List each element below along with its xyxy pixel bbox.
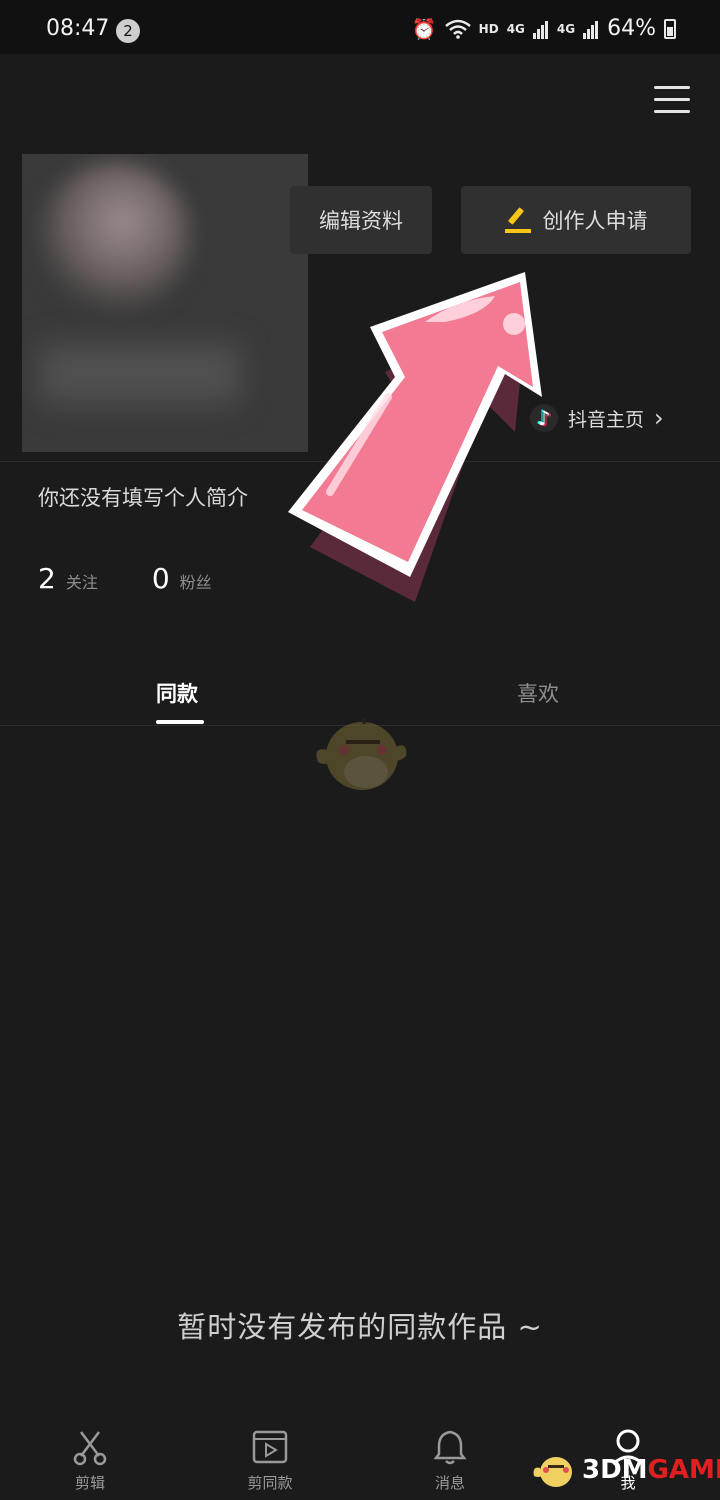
profile-stats: 2 关注 0 粉丝	[38, 562, 212, 595]
douyin-link-label: 抖音主页	[568, 408, 645, 431]
watermark-suffix: GAME	[647, 1455, 720, 1485]
followers-count: 0	[151, 562, 170, 595]
tab-active-indicator	[156, 720, 204, 724]
following-stat[interactable]: 2 关注	[38, 562, 98, 595]
empty-state-message: 暂时没有发布的同款作品 ~	[177, 1310, 543, 1344]
menu-icon[interactable]	[654, 86, 690, 114]
nav-item-edit[interactable]: 剪辑	[30, 1428, 150, 1493]
alarm-icon: ⏰	[411, 16, 437, 41]
pencil-icon	[504, 207, 531, 233]
username-blurred	[40, 344, 240, 404]
battery-level: 64%	[607, 16, 656, 41]
nav-label-template: 剪同款	[247, 1474, 293, 1492]
nav-item-template[interactable]: 剪同款	[210, 1428, 330, 1493]
nav-label-messages: 消息	[434, 1474, 465, 1492]
followers-label: 粉丝	[179, 573, 212, 592]
network-4g-1: 4G	[506, 21, 525, 36]
chevron-right-icon: ›	[654, 404, 664, 432]
notification-count-badge: 2	[116, 19, 140, 43]
profile-info-blurred	[22, 154, 308, 452]
edit-profile-button[interactable]: 编辑资料	[290, 186, 432, 254]
creator-apply-label: 创作人申请	[542, 209, 648, 233]
watermark-text: 3DMGAME	[582, 1455, 720, 1485]
avatar[interactable]	[40, 162, 190, 312]
nav-label-edit: 剪辑	[74, 1474, 105, 1492]
mascot-image	[316, 718, 407, 790]
pointer-arrow-overlay	[288, 272, 542, 602]
creator-apply-button[interactable]: 创作人申请	[461, 186, 691, 254]
signal-icon-2	[583, 20, 599, 39]
watermark-mascot-logo	[533, 1457, 572, 1487]
tab-likes[interactable]: 喜欢	[517, 678, 559, 708]
followers-stat[interactable]: 0 粉丝	[152, 562, 212, 595]
watermark-prefix: 3DM	[582, 1455, 648, 1485]
status-icons: ⏰ HD 4G 4G 64%	[412, 16, 676, 41]
following-count: 2	[38, 562, 56, 595]
battery-icon	[664, 18, 676, 39]
site-watermark: 3DMGAME	[530, 1450, 720, 1490]
nav-item-messages[interactable]: 消息	[390, 1428, 510, 1493]
bio-text[interactable]: 你还没有填写个人简介	[38, 482, 248, 512]
video-play-icon	[252, 1430, 288, 1464]
following-label: 关注	[65, 573, 98, 592]
status-bar: 08:47 2 ⏰ HD 4G 4G 64%	[0, 0, 720, 54]
tab-tongkuan[interactable]: 同款	[156, 678, 198, 708]
network-4g-2: 4G	[556, 21, 576, 36]
hd-indicator: HD	[478, 21, 499, 36]
edit-profile-label: 编辑资料	[319, 209, 403, 233]
status-time: 08:47	[46, 16, 110, 41]
wifi-icon	[444, 19, 471, 39]
scissors-icon	[73, 1431, 107, 1466]
bell-icon	[433, 1430, 467, 1465]
signal-icon	[532, 20, 548, 39]
